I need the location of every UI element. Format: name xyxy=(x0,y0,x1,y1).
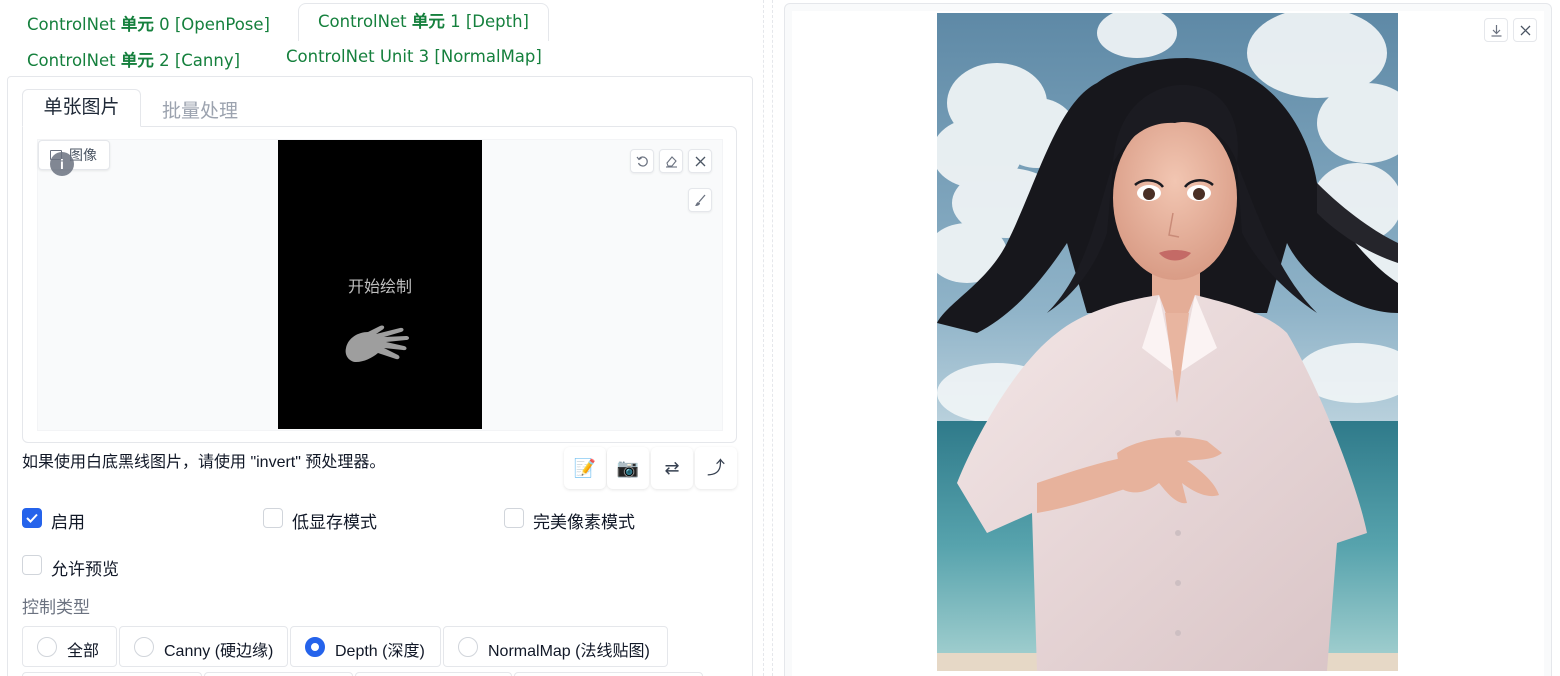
start-drawing-text: 开始绘制 xyxy=(347,279,412,296)
tab-controlnet-unit-3[interactable]: ControlNet Unit 3 [NormalMap] xyxy=(286,47,542,66)
clear-button[interactable] xyxy=(688,149,712,173)
tab-label-bold: 单元 xyxy=(120,15,154,34)
invert-hint-text: 如果使用白底黑线图片，请使用 "invert" 预处理器。 xyxy=(22,454,386,471)
sketch-canvas[interactable]: 开始绘制 xyxy=(278,140,482,429)
control-type-label: 控制类型 xyxy=(22,598,90,617)
close-gallery-button[interactable] xyxy=(1513,18,1537,42)
radio-button xyxy=(37,637,57,657)
tab-label-prefix: ControlNet xyxy=(27,15,121,34)
tab-batch[interactable]: 批量处理 xyxy=(162,96,238,123)
download-button[interactable] xyxy=(1484,18,1508,42)
enable-label: 启用 xyxy=(51,513,85,532)
undo-button[interactable] xyxy=(630,149,654,173)
info-icon[interactable]: i xyxy=(50,152,74,176)
radio-button xyxy=(134,637,154,657)
control-type-option-depth[interactable]: Depth (深度) xyxy=(290,626,441,667)
tab-controlnet-unit-0[interactable]: ControlNet 单元 0 [OpenPose] xyxy=(27,11,270,35)
tab-label-suffix: 0 [OpenPose] xyxy=(153,15,270,34)
control-type-option-all[interactable]: 全部 xyxy=(22,626,117,667)
low-vram-checkbox[interactable] xyxy=(263,508,283,528)
control-type-option-normalmap[interactable]: NormalMap (法线贴图) xyxy=(443,626,668,667)
hand-icon xyxy=(345,325,409,362)
radio-label: 全部 xyxy=(67,643,100,660)
open-canvas-button[interactable]: 📝 xyxy=(564,447,606,489)
radio-label: NormalMap (法线贴图) xyxy=(488,643,650,660)
image-label-badge: 图像 xyxy=(38,140,110,170)
eraser-icon xyxy=(666,156,677,168)
send-up-icon: ⤴ xyxy=(707,458,725,478)
tab-controlnet-unit-1[interactable]: ControlNet 单元 1 [Depth] xyxy=(298,3,549,41)
edit-icon: 📝 xyxy=(573,458,597,478)
close-icon xyxy=(1520,25,1531,36)
generated-image[interactable] xyxy=(937,13,1398,671)
pixel-perfect-checkbox[interactable] xyxy=(504,508,524,528)
column-divider xyxy=(763,0,764,676)
tab-label-bold: 单元 xyxy=(411,12,445,31)
brush-button[interactable] xyxy=(688,188,712,212)
checkmark-icon xyxy=(26,513,38,523)
pixel-perfect-label: 完美像素模式 xyxy=(533,513,635,532)
radio-label: Canny (硬边缘) xyxy=(164,643,274,660)
tab-controlnet-unit-2[interactable]: ControlNet 单元 2 [Canny] xyxy=(27,47,240,71)
allow-preview-label: 允许预览 xyxy=(51,560,119,579)
tab-label-bold: 单元 xyxy=(120,51,154,70)
close-icon xyxy=(695,156,706,167)
download-icon xyxy=(1491,25,1502,37)
webcam-button[interactable]: 📷 xyxy=(607,447,649,489)
brush-icon xyxy=(695,194,706,206)
low-vram-label: 低显存模式 xyxy=(292,513,377,532)
control-type-option-row2[interactable] xyxy=(514,672,703,676)
tab-label-prefix: ControlNet xyxy=(318,12,412,31)
eraser-button[interactable] xyxy=(659,149,683,173)
camera-icon: 📷 xyxy=(616,458,640,478)
undo-icon xyxy=(636,156,648,167)
radio-label: Depth (深度) xyxy=(335,643,425,660)
control-type-option-row2[interactable] xyxy=(204,672,353,676)
mirror-webcam-button[interactable]: ⇄ xyxy=(651,447,693,489)
column-divider xyxy=(772,0,773,676)
control-type-option-row2[interactable] xyxy=(22,672,202,676)
tab-single-image[interactable]: 单张图片 xyxy=(22,89,141,127)
control-type-option-row2[interactable] xyxy=(355,672,512,676)
enable-checkbox[interactable] xyxy=(22,508,42,528)
tab-label: ControlNet Unit 3 [NormalMap] xyxy=(286,47,542,66)
radio-button-selected xyxy=(305,637,325,657)
generated-image-artwork xyxy=(937,13,1398,671)
radio-button xyxy=(458,637,478,657)
tab-label-prefix: ControlNet xyxy=(27,51,121,70)
allow-preview-checkbox[interactable] xyxy=(22,555,42,575)
control-type-option-canny[interactable]: Canny (硬边缘) xyxy=(119,626,288,667)
tab-label-suffix: 2 [Canny] xyxy=(153,51,241,70)
tab-label-suffix: 1 [Depth] xyxy=(444,12,529,31)
send-dimensions-button[interactable]: ⤴ xyxy=(695,447,737,489)
swap-icon: ⇄ xyxy=(664,458,680,478)
